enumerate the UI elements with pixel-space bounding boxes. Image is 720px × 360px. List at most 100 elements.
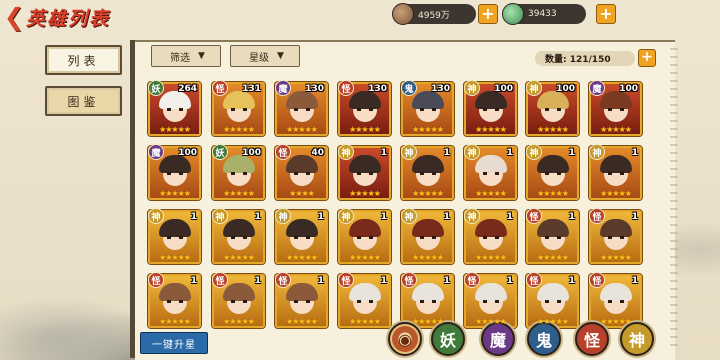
star-dropdown[interactable]: 星级 ▼ <box>230 45 300 67</box>
hero-type-badge: 神 <box>401 208 417 224</box>
hero-count: 数量: 121/150 <box>535 51 635 66</box>
hero-card[interactable]: 怪 1 ★★★★★ <box>526 208 579 264</box>
hero-eyes <box>420 236 436 239</box>
hero-card[interactable]: 怪 1 ★★★★★ <box>526 272 579 328</box>
hero-type-badge: 怪 <box>148 272 164 288</box>
hero-stars: ★★★★★ <box>349 317 381 326</box>
category-gui-button[interactable]: 鬼 <box>527 322 561 356</box>
hero-card[interactable]: 怪 130 ★★★★★ <box>338 80 391 136</box>
hero-level: 1 <box>443 276 450 286</box>
hero-card[interactable]: 神 1 ★★★★★ <box>401 208 454 264</box>
hero-eyes <box>545 172 561 175</box>
hero-stars: ★★★★★ <box>412 253 444 262</box>
hero-card[interactable]: 怪 1 ★★★★★ <box>148 272 201 328</box>
hero-card[interactable]: 魔 100 ★★★★★ <box>589 80 642 136</box>
hero-card[interactable]: 怪 1 ★★★★★ <box>401 272 454 328</box>
hero-level: 1 <box>506 276 513 286</box>
hero-eyes <box>357 236 373 239</box>
hero-level: 100 <box>178 148 197 158</box>
hero-stars: ★★★★★ <box>349 253 381 262</box>
hero-eyes <box>167 300 183 303</box>
category-yao-button[interactable]: 妖 <box>431 322 465 356</box>
hero-type-badge: 神 <box>464 144 480 160</box>
hero-eyes <box>545 236 561 239</box>
hero-level: 131 <box>242 84 261 94</box>
hero-card[interactable]: 神 100 ★★★★★ <box>526 80 579 136</box>
hero-hair <box>286 283 318 301</box>
add-coin-button[interactable]: + <box>478 4 498 24</box>
hero-card[interactable]: 神 1 ★★★★★ <box>401 144 454 200</box>
hero-stars: ★★★★★ <box>159 317 191 326</box>
hero-level: 1 <box>568 212 575 222</box>
hero-type-badge: 妖 <box>212 144 228 160</box>
hero-card[interactable]: 怪 131 ★★★★★ <box>212 80 265 136</box>
hero-stars: ★★★★★ <box>537 317 569 326</box>
hero-type-badge: 神 <box>589 144 605 160</box>
hero-card[interactable]: 怪 1 ★★★★★ <box>589 208 642 264</box>
category-guai-button[interactable]: 怪 <box>575 322 609 356</box>
hero-eyes <box>483 108 499 111</box>
tab-list[interactable]: 列表 <box>45 45 122 75</box>
hero-card[interactable]: 怪 1 ★★★★★ <box>338 272 391 328</box>
hero-card[interactable]: 神 1 ★★★★★ <box>148 208 201 264</box>
hero-hair <box>349 155 381 173</box>
hero-hair <box>412 155 444 173</box>
hero-card[interactable]: 怪 1 ★★★★★ <box>212 272 265 328</box>
hero-eyes <box>294 236 310 239</box>
coin-counter: 4959万 <box>392 3 476 25</box>
hero-card[interactable]: 神 1 ★★★★★ <box>338 208 391 264</box>
hero-card[interactable]: 怪 1 ★★★★★ <box>589 272 642 328</box>
back-button[interactable]: ❮ 英雄列表 <box>4 2 114 32</box>
hero-card[interactable]: 妖 264 ★★★★★ <box>148 80 201 136</box>
hero-card[interactable]: 魔 130 ★★★★★ <box>275 80 328 136</box>
hero-type-badge: 魔 <box>148 144 164 160</box>
hero-type-badge: 怪 <box>275 272 291 288</box>
hero-level: 130 <box>305 84 324 94</box>
hero-hair <box>600 283 632 301</box>
hero-type-badge: 怪 <box>526 272 542 288</box>
hero-card[interactable]: 神 1 ★★★★★ <box>275 208 328 264</box>
filter-dropdown[interactable]: 筛选 ▼ <box>151 45 221 67</box>
hero-card[interactable]: 神 1 ★★★★★ <box>464 208 517 264</box>
hero-card[interactable]: 鬼 130 ★★★★★ <box>401 80 454 136</box>
hero-type-badge: 神 <box>275 208 291 224</box>
hero-card[interactable]: 怪 1 ★★★★★ <box>275 272 328 328</box>
hero-card[interactable]: 怪 1 ★★★★★ <box>464 272 517 328</box>
hero-hair <box>349 283 381 301</box>
hero-eyes <box>545 300 561 303</box>
add-jade-button[interactable]: + <box>596 4 616 24</box>
category-all-button[interactable]: ◉ <box>388 322 422 356</box>
hero-type-badge: 神 <box>464 208 480 224</box>
hero-type-badge: 怪 <box>338 272 354 288</box>
hero-card[interactable]: 妖 100 ★★★★★ <box>212 144 265 200</box>
hero-level: 100 <box>242 148 261 158</box>
hero-card[interactable]: 怪 40 ★★★★ <box>275 144 328 200</box>
hero-eyes <box>167 172 183 175</box>
hero-card[interactable]: 神 1 ★★★★★ <box>212 208 265 264</box>
hero-card[interactable]: 魔 100 ★★★★★ <box>148 144 201 200</box>
hero-eyes <box>420 172 436 175</box>
tab-atlas[interactable]: 图鉴 <box>45 86 122 116</box>
dropdown-arrow-icon: ▼ <box>277 51 284 61</box>
expand-capacity-button[interactable]: + <box>638 49 656 67</box>
hero-type-badge: 鬼 <box>401 80 417 96</box>
hero-level: 130 <box>368 84 387 94</box>
hero-level: 1 <box>506 148 513 158</box>
star-label: 星级 <box>249 52 269 64</box>
hero-eyes <box>294 172 310 175</box>
hero-hair <box>412 219 444 237</box>
category-mo-button[interactable]: 魔 <box>481 322 515 356</box>
hero-level: 40 <box>311 148 324 158</box>
hero-type-badge: 怪 <box>589 272 605 288</box>
hero-eyes <box>608 236 624 239</box>
hero-card[interactable]: 神 100 ★★★★★ <box>464 80 517 136</box>
hero-card[interactable]: 神 1 ★★★★★ <box>589 144 642 200</box>
hero-card[interactable]: 神 1 ★★★★★ <box>526 144 579 200</box>
hero-card[interactable]: 神 1 ★★★★★ <box>464 144 517 200</box>
one-click-upstar-button[interactable]: 一键升星 <box>140 332 208 354</box>
hero-hair <box>475 155 507 173</box>
category-shen-button[interactable]: 神 <box>620 322 654 356</box>
hero-card[interactable]: 神 1 ★★★★★ <box>338 144 391 200</box>
coin-icon <box>392 3 414 25</box>
hero-hair <box>349 219 381 237</box>
